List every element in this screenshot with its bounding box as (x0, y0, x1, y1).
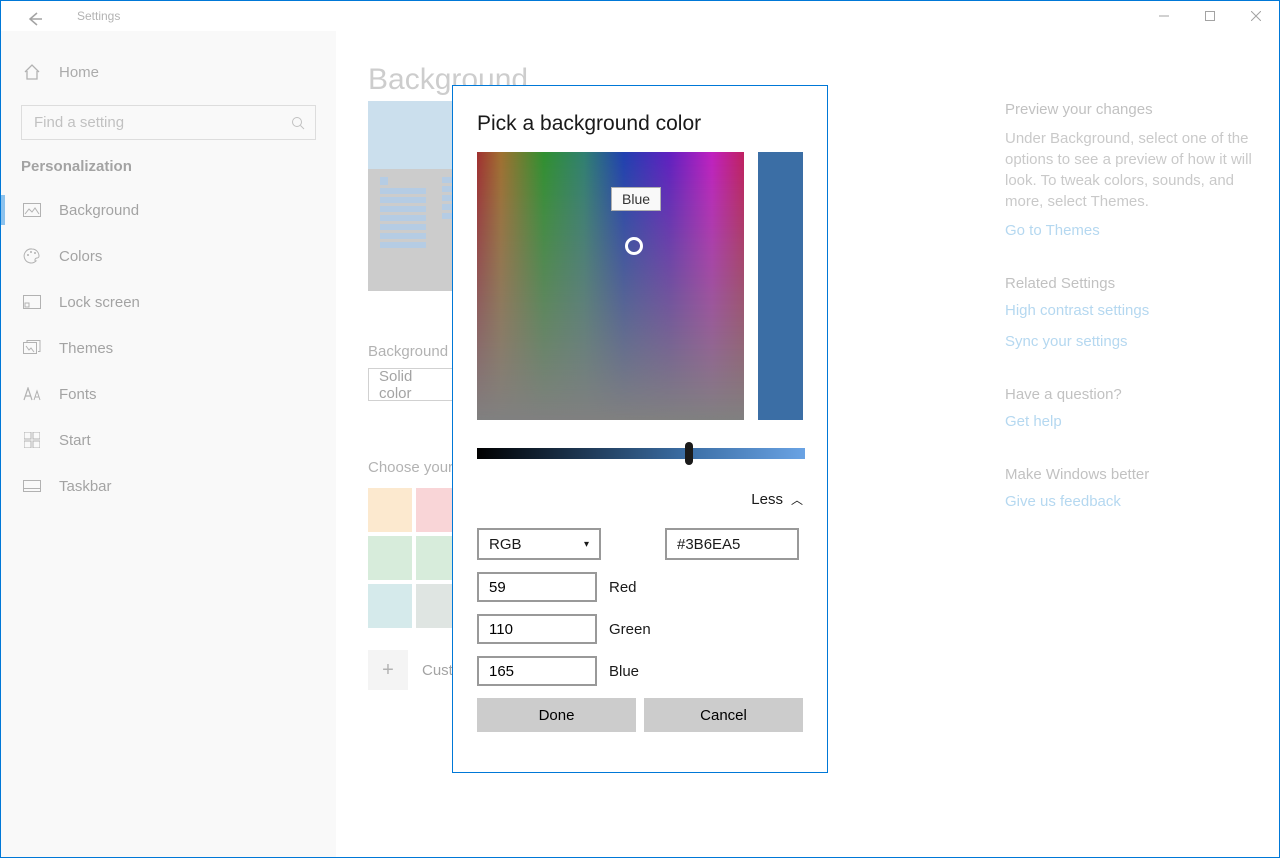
start-icon (23, 431, 41, 449)
cancel-button[interactable]: Cancel (644, 698, 803, 732)
sidebar-item-label: Taskbar (59, 478, 112, 495)
picture-icon (23, 201, 41, 219)
background-dropdown[interactable]: Solid color (368, 368, 460, 401)
sidebar-item-background[interactable]: Background (1, 187, 336, 233)
home-icon (23, 63, 41, 81)
right-panel: Preview your changes Under Background, s… (1005, 101, 1255, 546)
picker-title: Pick a background color (477, 112, 803, 136)
sidebar-item-colors[interactable]: Colors (1, 233, 336, 279)
slider-thumb[interactable] (685, 442, 693, 465)
color-preview (758, 152, 803, 420)
question-heading: Have a question? (1005, 386, 1255, 403)
green-label: Green (609, 621, 651, 638)
get-help-link[interactable]: Get help (1005, 413, 1255, 430)
sidebar-item-label: Lock screen (59, 294, 140, 311)
hex-input[interactable]: #3B6EA5 (665, 528, 799, 560)
feedback-link[interactable]: Give us feedback (1005, 493, 1255, 510)
high-contrast-link[interactable]: High contrast settings (1005, 302, 1255, 319)
sidebar-item-label: Colors (59, 248, 102, 265)
lightness-slider[interactable] (477, 448, 805, 459)
plus-icon: + (368, 650, 408, 690)
sidebar-item-fonts[interactable]: Fonts (1, 371, 336, 417)
sidebar-item-themes[interactable]: Themes (1, 325, 336, 371)
lockscreen-icon (23, 293, 41, 311)
search-input[interactable] (32, 113, 256, 132)
minimize-button[interactable] (1141, 1, 1187, 31)
search-box[interactable] (21, 105, 316, 140)
gradient-cursor[interactable] (625, 237, 643, 255)
palette-icon (23, 247, 41, 265)
color-swatch[interactable] (368, 584, 412, 628)
color-picker-dialog: Pick a background color Blue Less︿ RGB▾ … (452, 85, 828, 773)
maximize-button[interactable] (1187, 1, 1233, 31)
less-toggle[interactable]: Less︿ (477, 491, 803, 508)
color-tooltip: Blue (611, 187, 661, 211)
search-icon (291, 116, 305, 130)
done-button[interactable]: Done (477, 698, 636, 732)
category-header: Personalization (1, 158, 336, 179)
back-button[interactable] (27, 11, 43, 27)
sync-settings-link[interactable]: Sync your settings (1005, 333, 1255, 350)
sidebar-item-start[interactable]: Start (1, 417, 336, 463)
preview-text: Under Background, select one of the opti… (1005, 128, 1255, 212)
chevron-up-icon: ︿ (791, 493, 803, 507)
color-gradient[interactable]: Blue (477, 152, 744, 420)
sidebar-item-label: Background (59, 202, 139, 219)
fonts-icon (23, 385, 41, 403)
sidebar-item-label: Fonts (59, 386, 97, 403)
themes-icon (23, 339, 41, 357)
sidebar-item-label: Themes (59, 340, 113, 357)
color-mode-select[interactable]: RGB▾ (477, 528, 601, 560)
sidebar-item-lockscreen[interactable]: Lock screen (1, 279, 336, 325)
red-input[interactable] (477, 572, 597, 602)
color-swatch[interactable] (368, 536, 412, 580)
chevron-down-icon: ▾ (584, 539, 589, 550)
window-title: Settings (77, 9, 120, 23)
color-swatch[interactable] (368, 488, 412, 532)
home-label: Home (59, 64, 99, 81)
close-button[interactable] (1233, 1, 1279, 31)
preview-heading: Preview your changes (1005, 101, 1255, 118)
better-heading: Make Windows better (1005, 466, 1255, 483)
sidebar-item-label: Start (59, 432, 91, 449)
themes-link[interactable]: Go to Themes (1005, 222, 1255, 239)
related-heading: Related Settings (1005, 275, 1255, 292)
sidebar-item-taskbar[interactable]: Taskbar (1, 463, 336, 509)
taskbar-icon (23, 477, 41, 495)
sidebar: Home Personalization Background Colors L… (1, 31, 336, 857)
red-label: Red (609, 579, 637, 596)
blue-label: Blue (609, 663, 639, 680)
home-nav[interactable]: Home (1, 51, 336, 93)
green-input[interactable] (477, 614, 597, 644)
blue-input[interactable] (477, 656, 597, 686)
